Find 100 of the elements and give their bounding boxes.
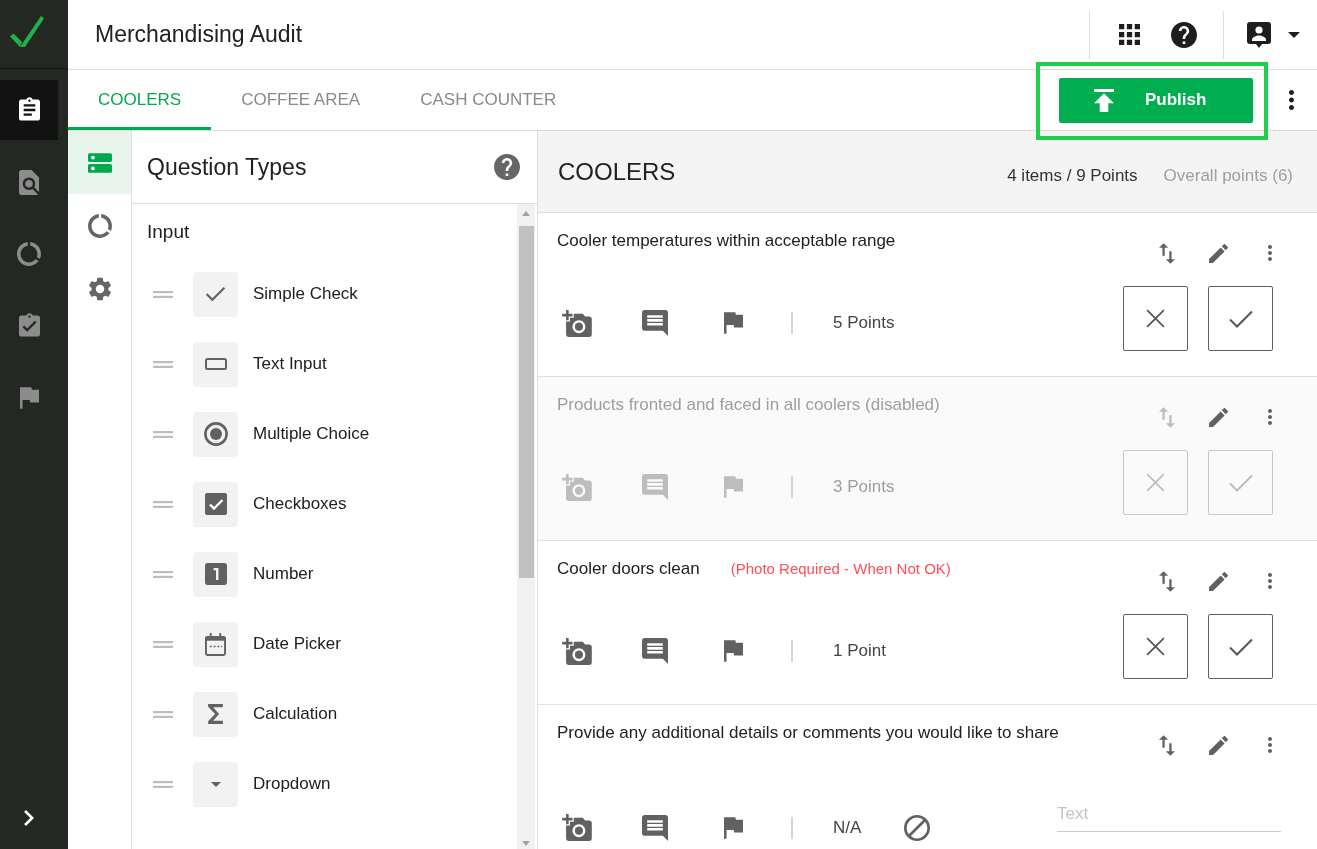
add-photo-button[interactable]: [562, 308, 592, 338]
swap-arrows-icon: [1159, 406, 1175, 428]
swap-arrows-icon: [1159, 570, 1175, 592]
question-title: Provide any additional details or comments you would like to share: [557, 723, 1059, 743]
drag-handle-icon[interactable]: [153, 570, 173, 578]
camera-plus-icon: [562, 473, 592, 501]
calendar-icon: [193, 621, 238, 667]
scrollbar-thumb[interactable]: [518, 226, 534, 578]
document-search-icon: [19, 169, 39, 195]
edit-button[interactable]: [1206, 733, 1230, 757]
fail-button[interactable]: [1123, 614, 1188, 679]
number-one-icon: [193, 551, 238, 597]
question-type-label: Number: [253, 564, 314, 584]
question-type-label: Date Picker: [253, 634, 341, 654]
upload-icon: [1094, 88, 1114, 112]
text-field[interactable]: Text: [1057, 796, 1281, 832]
add-photo-button[interactable]: [562, 812, 592, 843]
caret-down-icon: [1288, 31, 1300, 38]
ring-icon: [17, 242, 41, 266]
list-rows-icon: [87, 152, 112, 173]
swap-arrows-icon: [1159, 242, 1175, 264]
clipboard-check-icon: [18, 313, 40, 339]
apps-grid-icon: [1118, 24, 1140, 45]
account-icon: [1247, 21, 1271, 48]
logo-icon: [10, 15, 44, 47]
tool-rail-button[interactable]: [68, 131, 131, 194]
requirement-note: (Photo Required - When Not OK): [730, 560, 951, 577]
scrollbar[interactable]: [517, 204, 535, 849]
drag-handle-icon[interactable]: [153, 640, 173, 648]
comment-button[interactable]: [640, 636, 670, 666]
camera-plus-icon: [562, 309, 592, 337]
camera-plus-icon: [562, 814, 592, 841]
question-type-label: Checkboxes: [253, 494, 347, 514]
more-vertical-icon: [1268, 573, 1272, 589]
comment-button[interactable]: [640, 812, 670, 843]
question-type-label: Calculation: [253, 704, 338, 724]
check-icon: [1228, 473, 1253, 492]
not-applicable-button[interactable]: [902, 812, 933, 843]
overall-points: Overall points (6): [1163, 166, 1293, 186]
comment-icon: [642, 814, 668, 841]
points-label: 1 Point: [833, 641, 886, 661]
tab[interactable]: COFFEE AREA: [211, 70, 391, 130]
drag-handle-icon[interactable]: [153, 710, 173, 718]
question-type-label: Dropdown: [253, 774, 331, 794]
nav-button[interactable]: [0, 80, 58, 140]
x-icon: [1146, 637, 1165, 656]
edit-button[interactable]: [1206, 241, 1230, 265]
fail-button[interactable]: [1123, 286, 1188, 351]
check-icon: [1228, 637, 1253, 656]
comment-icon: [642, 310, 668, 336]
page-title: Merchandising Audit: [95, 21, 303, 48]
radio-button-icon: [193, 411, 238, 457]
comment-icon: [642, 474, 668, 500]
pencil-icon: [1208, 407, 1228, 427]
drag-handle-icon[interactable]: [153, 780, 173, 788]
section-label: Input: [146, 220, 191, 244]
flag-icon: [723, 476, 743, 498]
question-type-label: Simple Check: [253, 284, 358, 304]
drag-handle-icon[interactable]: [153, 360, 173, 368]
chevron-right-icon: [24, 810, 34, 826]
flag-icon: [723, 312, 743, 334]
sigma-icon: [193, 691, 238, 737]
pencil-icon: [1208, 735, 1228, 755]
check-icon: [193, 271, 238, 317]
ring-icon: [87, 213, 112, 238]
flag-icon: [19, 387, 39, 409]
comment-icon: [642, 638, 668, 664]
edit-button[interactable]: [1206, 569, 1230, 593]
comment-button[interactable]: [640, 308, 670, 338]
question-type-label: Text Input: [253, 354, 327, 374]
items-summary: 4 items / 9 Points: [1007, 166, 1138, 186]
dropdown-caret-icon: [193, 761, 238, 807]
more-vertical-icon: [1268, 737, 1272, 753]
points-label: N/A: [833, 817, 862, 838]
pencil-icon: [1208, 571, 1228, 591]
x-icon: [1146, 309, 1165, 328]
drag-handle-icon[interactable]: [153, 290, 173, 298]
check-icon: [1228, 309, 1253, 328]
section-title: COOLERS: [558, 157, 676, 186]
help-icon: [1171, 21, 1197, 48]
tab[interactable]: CASH COUNTER: [390, 70, 587, 130]
drag-handle-icon[interactable]: [153, 500, 173, 508]
points-label: 5 Points: [833, 313, 895, 333]
swap-arrows-icon: [1159, 734, 1175, 756]
camera-plus-icon: [562, 637, 592, 665]
question-title: Cooler temperatures within acceptable range: [557, 231, 896, 251]
flag-icon: [723, 816, 743, 839]
checkbox-icon: [193, 481, 238, 527]
pass-button[interactable]: [1208, 614, 1273, 679]
add-photo-button[interactable]: [562, 636, 592, 666]
drag-handle-icon[interactable]: [153, 430, 173, 438]
pencil-icon: [1208, 243, 1228, 263]
clipboard-icon: [18, 97, 40, 123]
question-type-label: Multiple Choice: [253, 424, 370, 444]
pass-button[interactable]: [1208, 286, 1273, 351]
more-vertical-icon: [1288, 90, 1294, 110]
publish-button[interactable]: Publish: [1059, 77, 1253, 123]
panel-title: Question Types: [147, 153, 307, 181]
more-vertical-icon: [1268, 245, 1272, 261]
more-vertical-icon: [1268, 409, 1272, 425]
